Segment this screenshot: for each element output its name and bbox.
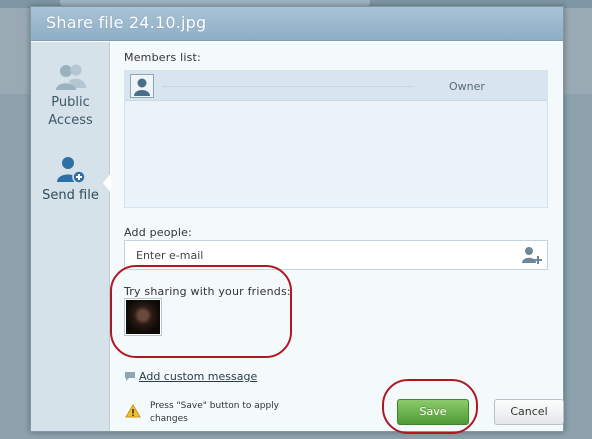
- dialog-title: Share file 24.10.jpg: [46, 13, 207, 32]
- share-sidebar: Public Access Send file: [31, 42, 111, 431]
- sidebar-item-public-access[interactable]: Public Access: [31, 62, 110, 130]
- member-role: Owner: [449, 80, 485, 93]
- add-user-icon[interactable]: [521, 246, 543, 266]
- active-item-pointer: [103, 173, 111, 193]
- sidebar-item-label: Access: [48, 113, 93, 128]
- add-custom-message-link[interactable]: Add custom message: [139, 370, 257, 383]
- avatar: [130, 74, 154, 98]
- share-file-dialog: Share file 24.10.jpg Public Access Send …: [30, 6, 564, 432]
- member-name: [163, 86, 413, 87]
- warning-icon: [125, 404, 141, 418]
- members-list-label: Members list:: [124, 51, 201, 64]
- members-list: Owner: [124, 70, 548, 208]
- user-icon: [134, 78, 150, 96]
- add-people-label: Add people:: [124, 226, 192, 239]
- email-input[interactable]: [125, 241, 515, 269]
- dialog-titlebar: Share file 24.10.jpg: [31, 7, 563, 41]
- group-icon: [55, 64, 86, 90]
- user-add-icon: [56, 157, 86, 184]
- send-file-panel: Members list: Owner Add people: Enter e-…: [111, 42, 564, 431]
- sidebar-item-label: Public: [51, 95, 90, 110]
- friend-avatar[interactable]: [124, 298, 162, 336]
- email-field: [124, 240, 548, 270]
- save-button[interactable]: Save: [397, 399, 469, 425]
- speech-bubble-icon: [125, 372, 135, 381]
- sidebar-item-send-file[interactable]: Send file: [31, 155, 110, 205]
- save-notice: Press "Save" button to apply changes: [150, 401, 279, 424]
- cancel-button[interactable]: Cancel: [494, 399, 564, 425]
- sidebar-item-label: Send file: [42, 188, 99, 203]
- friend-photo: [126, 300, 160, 334]
- member-row[interactable]: Owner: [125, 71, 547, 101]
- friends-label: Try sharing with your friends:: [124, 285, 291, 298]
